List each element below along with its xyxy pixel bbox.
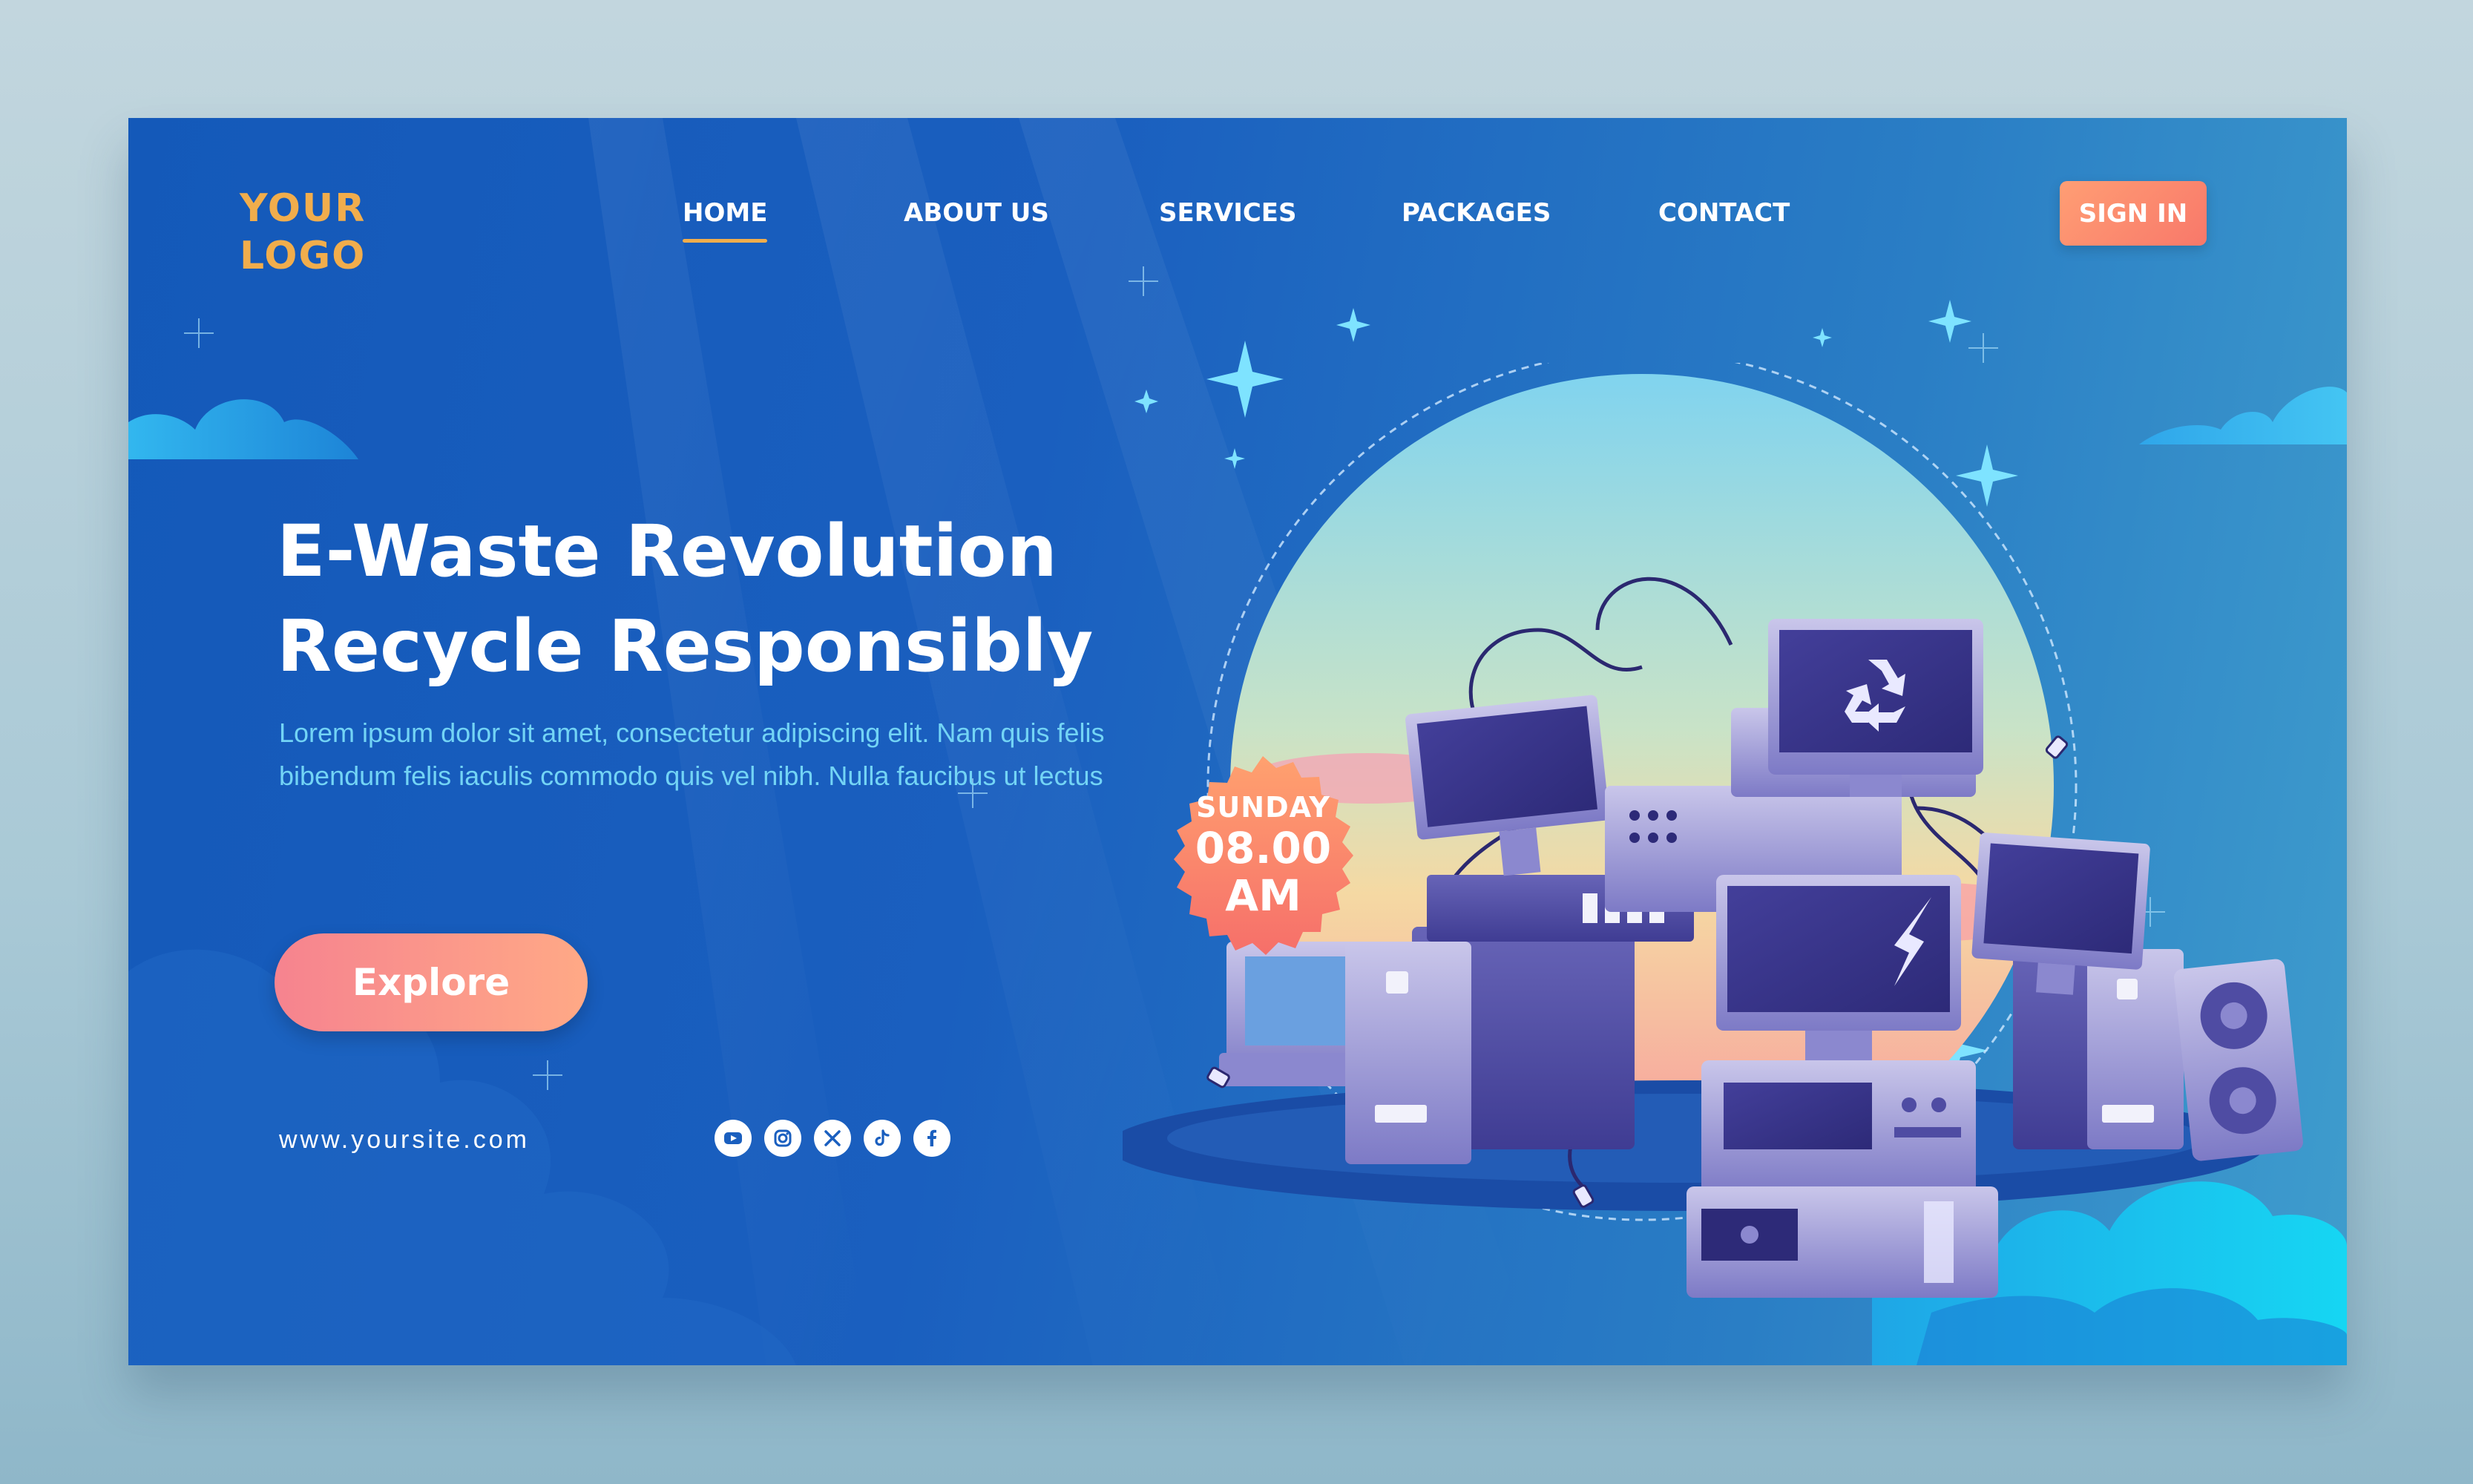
badge-day: SUNDAY — [1196, 790, 1330, 824]
youtube-icon[interactable] — [715, 1120, 752, 1157]
nav-packages[interactable]: PACKAGES — [1402, 198, 1551, 228]
facebook-icon[interactable] — [913, 1120, 950, 1157]
explore-button[interactable]: Explore — [275, 933, 588, 1031]
sign-in-button[interactable]: SIGN IN — [2060, 181, 2207, 246]
social-links — [715, 1120, 950, 1157]
landing-page: YOUR LOGO HOME ABOUT US SERVICES PACKAGE… — [128, 118, 2347, 1365]
nav-contact[interactable]: CONTACT — [1658, 198, 1790, 228]
instagram-icon[interactable] — [764, 1120, 801, 1157]
logo[interactable]: YOUR LOGO — [240, 185, 403, 280]
nav-home[interactable]: HOME — [683, 198, 768, 243]
nav-about-us[interactable]: ABOUT US — [904, 198, 1049, 228]
tiktok-icon[interactable] — [864, 1120, 901, 1157]
event-badge: SUNDAY 08.00 AM — [1150, 741, 1376, 968]
nav-services[interactable]: SERVICES — [1159, 198, 1297, 228]
website-url[interactable]: www.yoursite.com — [279, 1126, 530, 1155]
badge-period: AM — [1225, 870, 1301, 921]
hero-description: Lorem ipsum dolor sit amet, consectetur … — [279, 718, 1105, 791]
x-icon[interactable] — [814, 1120, 851, 1157]
cloud-left — [128, 399, 358, 459]
badge-time: 08.00 — [1195, 822, 1332, 873]
